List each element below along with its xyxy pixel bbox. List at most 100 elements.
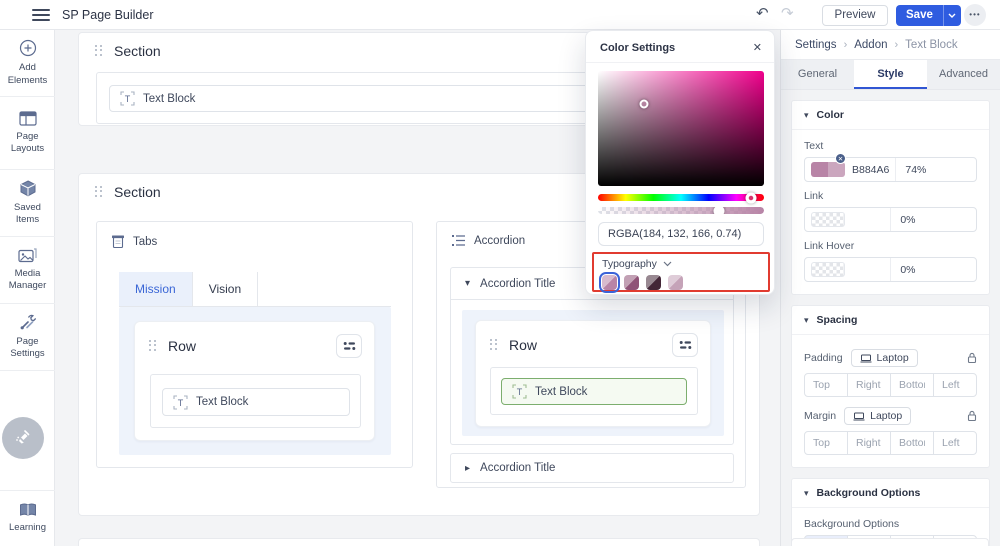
color-swatch-3[interactable]	[646, 275, 661, 290]
menu-icon[interactable]	[32, 9, 50, 21]
book-icon	[19, 503, 36, 516]
sidebar-item-page-layouts[interactable]: Page Layouts	[0, 97, 55, 170]
drag-handle-icon[interactable]	[95, 185, 104, 199]
breadcrumb: Settings › Addon › Text Block	[781, 30, 1000, 60]
margin-label: Margin	[804, 410, 837, 422]
margin-top-input[interactable]	[804, 431, 848, 455]
color-swatch-2[interactable]	[624, 275, 639, 290]
tab-vision[interactable]: Vision	[192, 272, 259, 306]
link-color-picker[interactable]	[805, 208, 892, 231]
hue-handle[interactable]	[745, 192, 757, 203]
column: T Text Block	[490, 367, 698, 415]
sidebar: Add Elements Page Layouts Saved Items Me…	[0, 30, 55, 546]
padding-bottom-input[interactable]	[890, 373, 934, 397]
drag-handle-icon[interactable]	[149, 339, 158, 353]
popup-title: Color Settings	[600, 41, 676, 54]
drag-handle-icon[interactable]	[95, 44, 104, 58]
link-hover-color-label: Link Hover	[804, 240, 855, 252]
addon-label: Tabs	[133, 235, 158, 248]
link-hover-opacity-value[interactable]: 0%	[891, 258, 976, 281]
color-section-header[interactable]: ▾ Color	[792, 101, 989, 130]
save-dropdown-button[interactable]	[942, 5, 961, 26]
section-header-title: Background Options	[816, 487, 921, 499]
link-hover-color-picker[interactable]	[805, 258, 892, 281]
color-swatch-1[interactable]	[599, 272, 620, 293]
saturation-cursor[interactable]	[639, 99, 649, 109]
padding-lock-icon[interactable]	[967, 352, 977, 364]
close-icon[interactable]: ✕	[753, 41, 762, 54]
save-button[interactable]: Save	[896, 5, 943, 26]
color-swatch-4[interactable]	[668, 275, 683, 290]
addon-label: Text Block	[196, 396, 249, 408]
alpha-handle[interactable]	[713, 207, 725, 214]
accordion-item-2: ▸ Accordion Title	[450, 453, 734, 483]
sidebar-item-saved-items[interactable]: Saved Items	[0, 170, 55, 237]
addon-label: Text Block	[143, 92, 196, 105]
tab-advanced[interactable]: Advanced	[927, 60, 1000, 89]
avatar[interactable]	[2, 416, 44, 459]
image-icon	[18, 248, 37, 262]
clear-color-icon[interactable]: ✕	[835, 153, 846, 164]
sidebar-item-media-manager[interactable]: Media Manager	[0, 237, 55, 304]
text-block-icon: T	[512, 384, 527, 399]
row: Row T Text Block	[475, 320, 711, 427]
section-header-title: Spacing	[816, 314, 858, 326]
row-title[interactable]: Row	[509, 337, 662, 353]
padding-top-input[interactable]	[804, 373, 848, 397]
column-settings-button[interactable]	[672, 333, 698, 357]
section-title[interactable]: Section	[114, 184, 161, 200]
link-opacity-value[interactable]: 0%	[891, 208, 976, 231]
sidebar-item-page-settings[interactable]: Page Settings	[0, 304, 55, 371]
preview-button[interactable]: Preview	[822, 5, 888, 26]
padding-right-input[interactable]	[847, 373, 891, 397]
column-settings-button[interactable]	[336, 334, 362, 358]
link-hover-color-swatch[interactable]	[811, 262, 845, 277]
spacing-section-header[interactable]: ▾ Spacing	[792, 306, 989, 335]
redo-icon: ↷	[781, 5, 794, 22]
tab-style[interactable]: Style	[854, 60, 927, 89]
breadcrumb-addon[interactable]: Addon	[854, 39, 887, 51]
chevron-down-icon	[663, 261, 672, 267]
breadcrumb-separator: ›	[843, 38, 848, 51]
drag-handle-icon[interactable]	[490, 338, 499, 352]
more-options-button[interactable]: •••	[964, 4, 986, 26]
caret-down-icon: ▾	[465, 278, 471, 289]
saturation-picker[interactable]	[598, 71, 764, 186]
broom-icon	[16, 429, 30, 443]
addon-text-block[interactable]: T Text Block	[162, 388, 350, 416]
margin-left-input[interactable]	[933, 431, 977, 455]
column-layout-icon	[679, 341, 691, 349]
link-hover-color-field: 0%	[804, 257, 977, 282]
accordion-icon	[452, 235, 465, 246]
margin-right-input[interactable]	[847, 431, 891, 455]
rgba-input[interactable]	[598, 222, 764, 246]
breadcrumb-current: Text Block	[905, 38, 958, 51]
color-settings-popup: Color Settings ✕ Typography	[585, 30, 775, 295]
sidebar-item-learning[interactable]: Learning	[0, 490, 55, 546]
tab-general[interactable]: General	[781, 60, 854, 89]
padding-left-input[interactable]	[933, 373, 977, 397]
accordion-header-2[interactable]: ▸ Accordion Title	[451, 454, 733, 482]
tab-mission[interactable]: Mission	[119, 272, 193, 306]
padding-device-selector[interactable]: Laptop	[850, 349, 918, 367]
caret-down-icon: ▾	[804, 109, 809, 120]
link-color-swatch[interactable]	[811, 212, 845, 227]
padding-inputs	[804, 373, 977, 397]
background-options-header[interactable]: ▾ Background Options	[792, 479, 989, 508]
row-title[interactable]: Row	[168, 338, 326, 354]
text-color-picker[interactable]: ✕ B884A6	[805, 153, 897, 181]
undo-icon[interactable]: ↶	[756, 4, 769, 24]
hue-slider[interactable]	[598, 192, 764, 203]
addon-text-block-selected[interactable]: T Text Block	[501, 378, 687, 405]
alpha-gradient	[598, 207, 764, 214]
alpha-slider[interactable]	[598, 207, 764, 214]
text-opacity-value[interactable]: 74%	[896, 158, 976, 181]
breadcrumb-settings[interactable]: Settings	[795, 39, 837, 51]
section-title[interactable]: Section	[114, 43, 161, 59]
margin-bottom-input[interactable]	[890, 431, 934, 455]
background-options-section: ▾ Background Options Background Options …	[791, 478, 990, 546]
margin-device-selector[interactable]: Laptop	[844, 407, 912, 425]
margin-lock-icon[interactable]	[967, 410, 977, 422]
typography-toggle[interactable]: Typography	[602, 258, 760, 270]
sidebar-item-add-elements[interactable]: Add Elements	[0, 30, 55, 97]
